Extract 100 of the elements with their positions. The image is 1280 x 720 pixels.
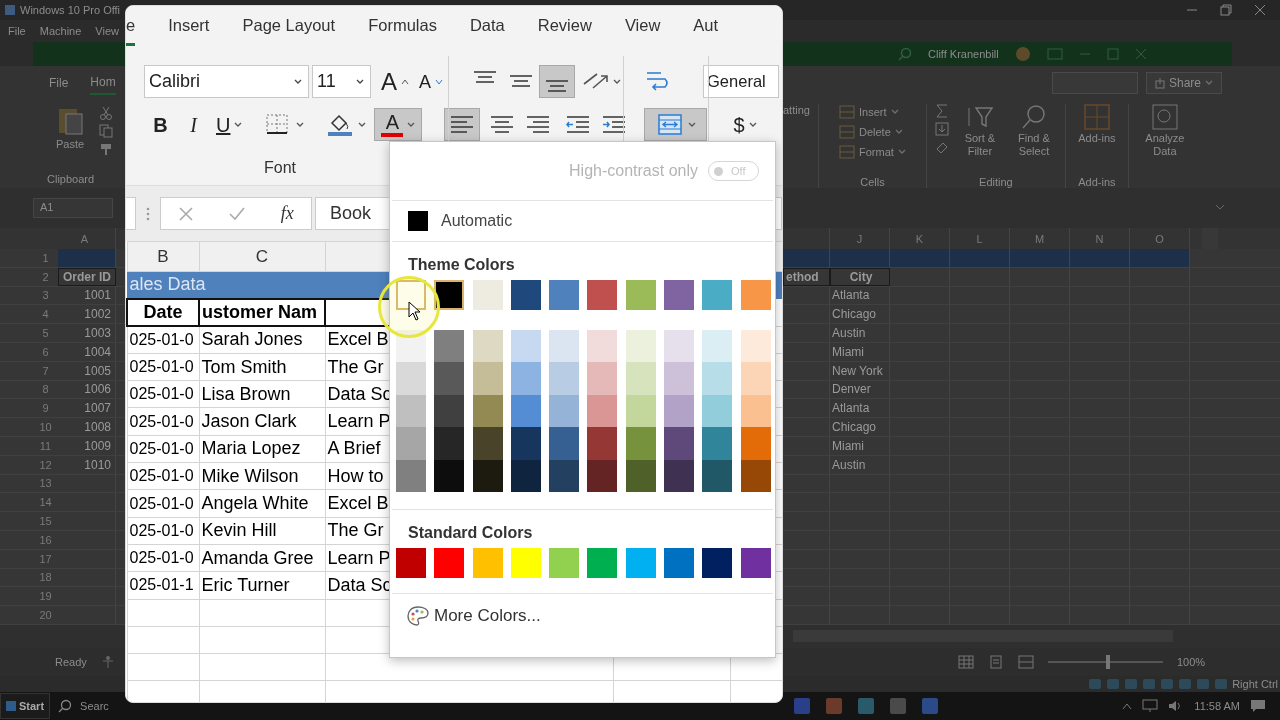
- name-box[interactable]: [126, 197, 136, 230]
- color-swatch[interactable]: [740, 394, 771, 428]
- color-swatch[interactable]: [510, 394, 541, 428]
- color-swatch[interactable]: [472, 394, 503, 428]
- restore-icon[interactable]: [1220, 4, 1232, 16]
- color-swatch[interactable]: [510, 280, 541, 310]
- ribbon-tab[interactable]: Aut: [693, 15, 719, 46]
- color-swatch[interactable]: [510, 427, 541, 460]
- app-icon[interactable]: [921, 696, 939, 715]
- close-icon[interactable]: [1134, 48, 1147, 60]
- color-swatch[interactable]: [434, 547, 465, 578]
- color-swatch[interactable]: [625, 547, 656, 578]
- notification-icon[interactable]: [1250, 698, 1266, 713]
- conditional-formatting-button[interactable]: atting: [783, 104, 810, 116]
- row-number[interactable]: 17: [33, 552, 58, 565]
- row-number[interactable]: 14: [33, 496, 58, 509]
- menu-item[interactable]: View: [95, 25, 119, 37]
- row-number[interactable]: 4: [33, 308, 58, 321]
- color-swatch[interactable]: [740, 362, 771, 395]
- row-number[interactable]: 19: [33, 590, 58, 603]
- color-swatch[interactable]: [434, 362, 465, 395]
- paste-button[interactable]: Paste: [47, 106, 93, 152]
- scissors-icon[interactable]: [99, 106, 113, 120]
- row-number[interactable]: 13: [33, 477, 58, 490]
- color-swatch[interactable]: [549, 362, 580, 395]
- color-swatch[interactable]: [702, 362, 733, 395]
- color-swatch[interactable]: [702, 547, 733, 578]
- color-swatch[interactable]: [396, 547, 426, 578]
- color-swatch[interactable]: [472, 427, 503, 460]
- row-number[interactable]: 9: [33, 402, 58, 415]
- network-icon[interactable]: [1142, 698, 1159, 713]
- color-swatch[interactable]: [472, 330, 503, 363]
- page-layout-icon[interactable]: [988, 654, 1004, 669]
- color-swatch[interactable]: [702, 394, 733, 428]
- color-swatch[interactable]: [510, 362, 541, 395]
- row-number[interactable]: 8: [33, 383, 58, 396]
- insert-function-button[interactable]: fx: [280, 203, 294, 224]
- sum-icon[interactable]: [934, 104, 949, 118]
- ribbon-tab[interactable]: File: [49, 72, 69, 94]
- color-swatch[interactable]: [408, 211, 428, 231]
- color-swatch[interactable]: [587, 427, 618, 460]
- color-swatch[interactable]: [702, 459, 733, 492]
- color-swatch[interactable]: [740, 280, 771, 310]
- copy-icon[interactable]: [99, 124, 113, 138]
- expand-icon[interactable]: [1215, 204, 1225, 212]
- ribbon-tab[interactable]: View: [624, 15, 661, 46]
- row-number[interactable]: 16: [33, 533, 58, 546]
- color-swatch[interactable]: [396, 362, 426, 395]
- close-icon[interactable]: [1254, 4, 1266, 16]
- menu-item[interactable]: Automatic: [441, 212, 513, 230]
- column-header[interactable]: C: [199, 241, 325, 272]
- ribbon-tab[interactable]: Data: [469, 15, 505, 46]
- color-swatch[interactable]: [434, 280, 465, 310]
- underline-button[interactable]: U: [212, 108, 247, 141]
- color-swatch[interactable]: [625, 394, 656, 428]
- color-swatch[interactable]: [740, 459, 771, 492]
- app-icon[interactable]: [793, 696, 811, 715]
- cells-button[interactable]: Insert: [833, 104, 912, 120]
- color-swatch[interactable]: [396, 459, 426, 492]
- font-color-button[interactable]: A: [374, 108, 423, 141]
- color-swatch[interactable]: [587, 459, 618, 492]
- color-swatch[interactable]: [625, 427, 656, 460]
- color-swatch[interactable]: [664, 547, 695, 578]
- color-swatch[interactable]: [434, 330, 465, 363]
- cells-button[interactable]: Format: [833, 144, 912, 160]
- color-swatch[interactable]: [740, 547, 771, 578]
- format-painter-icon[interactable]: [99, 142, 113, 156]
- color-swatch[interactable]: [434, 427, 465, 460]
- color-swatch[interactable]: [587, 280, 618, 310]
- ribbon-tab[interactable]: Review: [537, 15, 592, 46]
- cancel-icon[interactable]: [178, 205, 195, 222]
- color-swatch[interactable]: [587, 394, 618, 428]
- row-number[interactable]: 1: [33, 251, 58, 264]
- color-swatch[interactable]: [396, 280, 426, 310]
- color-swatch[interactable]: [434, 394, 465, 428]
- row-number[interactable]: 2: [33, 270, 58, 283]
- search-field[interactable]: Searc: [80, 699, 109, 712]
- menu-item[interactable]: Machine: [39, 25, 82, 37]
- row-number[interactable]: 18: [33, 571, 58, 584]
- clock[interactable]: 11:58 AM: [1194, 699, 1240, 712]
- color-swatch[interactable]: [549, 459, 580, 492]
- app-icon[interactable]: [825, 696, 843, 715]
- decrease-font-button[interactable]: A: [415, 65, 448, 98]
- color-swatch[interactable]: [472, 280, 503, 310]
- bold-button[interactable]: B: [146, 108, 175, 141]
- italic-button[interactable]: I: [179, 108, 208, 141]
- color-swatch[interactable]: [549, 547, 580, 578]
- color-swatch[interactable]: [625, 459, 656, 492]
- color-swatch[interactable]: [664, 280, 695, 310]
- add-ins-button[interactable]: Add-ins: [1073, 104, 1120, 146]
- color-swatch[interactable]: [549, 280, 580, 310]
- color-swatch[interactable]: [472, 459, 503, 492]
- find-select-button[interactable]: Find & Select: [1010, 104, 1057, 159]
- row-number[interactable]: 20: [33, 609, 58, 622]
- color-swatch[interactable]: [587, 547, 618, 578]
- color-swatch[interactable]: [510, 330, 541, 363]
- row-number[interactable]: 5: [33, 327, 58, 340]
- color-swatch[interactable]: [549, 330, 580, 363]
- color-swatch[interactable]: [587, 362, 618, 395]
- color-swatch[interactable]: [434, 459, 465, 492]
